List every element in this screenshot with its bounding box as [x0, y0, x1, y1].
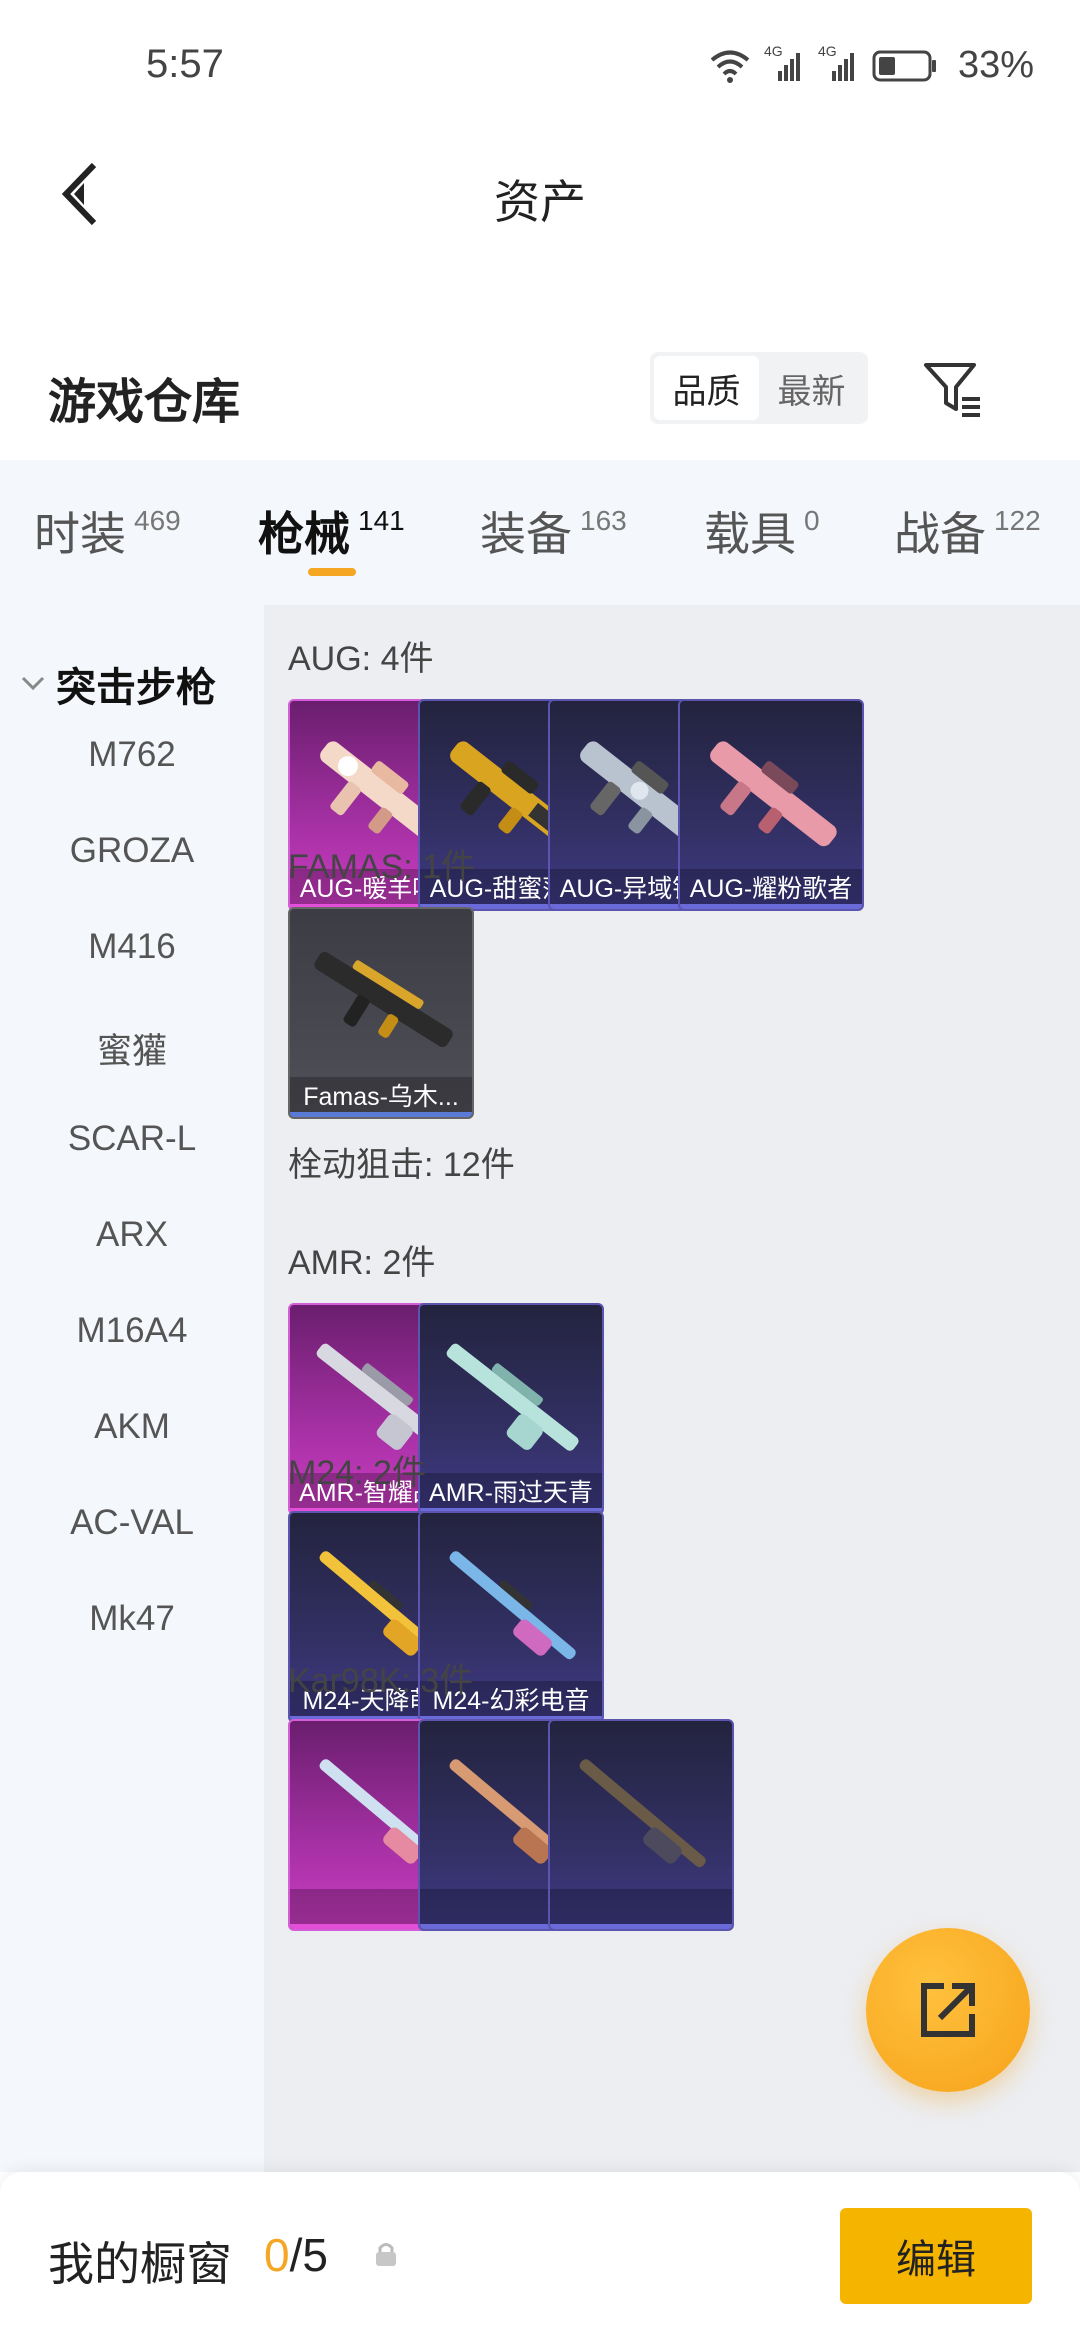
- group-title: M24: 2件: [288, 1454, 426, 1492]
- battery-icon: [872, 50, 936, 81]
- filter-icon: [924, 363, 980, 417]
- sidebar-item-m416[interactable]: M416: [0, 927, 264, 967]
- rifle-image: [446, 1343, 579, 1451]
- skin-name: [550, 1889, 732, 1929]
- skin-card[interactable]: AUG-耀粉歌者: [678, 699, 864, 911]
- edit-button[interactable]: 编辑: [840, 2208, 1032, 2304]
- status-time: 5:57: [146, 42, 224, 86]
- rifle-image: [579, 1759, 706, 1868]
- sidebar-item-scar-l[interactable]: SCAR-L: [0, 1119, 264, 1159]
- skin-card[interactable]: Famas-乌木...: [288, 907, 474, 1119]
- showcase-bar: 我的橱窗 0/5 编辑: [0, 2172, 1080, 2340]
- tab-vehicles[interactable]: 载具 0: [704, 498, 820, 564]
- chevron-down-icon: [21, 676, 45, 691]
- page-title: 资产: [494, 176, 586, 228]
- status-icons: 4G 4G 33%: [710, 43, 1034, 87]
- sidebar-item-arx[interactable]: ARX: [0, 1215, 264, 1255]
- status-bar: 5:57 4G 4G 33%: [0, 0, 1080, 130]
- skin-card[interactable]: AMR-雨过天青: [418, 1303, 604, 1515]
- wifi-icon: [710, 50, 750, 83]
- rifle-image: [710, 741, 837, 847]
- tab-fashion[interactable]: 时装 469: [34, 498, 181, 564]
- skin-name: AMR-雨过天青: [420, 1473, 602, 1513]
- group-title: AMR: 2件: [288, 1244, 436, 1282]
- sidebar-group-assault-rifles[interactable]: 突击步枪: [20, 655, 216, 713]
- tab-firearms[interactable]: 枪械 141: [258, 498, 405, 564]
- header: 资产: [0, 130, 1080, 260]
- group-title: FAMAS: 1件: [288, 848, 476, 886]
- showcase-label: 我的橱窗: [48, 2238, 232, 2290]
- sidebar-item-m16a4[interactable]: M16A4: [0, 1311, 264, 1351]
- category-tabs: 时装 469 枪械 141 装备 163 载具 0 战备 122: [0, 460, 1080, 605]
- tab-supplies[interactable]: 战备 122: [894, 498, 1041, 564]
- cell-signal-icon: 4G: [764, 43, 804, 83]
- share-icon: [921, 1983, 975, 2037]
- battery-percent: 33%: [957, 44, 1034, 86]
- cell-signal-icon: 4G: [818, 43, 858, 83]
- sidebar-item-mk47[interactable]: Mk47: [0, 1599, 264, 1639]
- group-title: 栓动狙击: 12件: [288, 1146, 515, 1184]
- sidebar-item-ac-val[interactable]: AC-VAL: [0, 1503, 264, 1543]
- skin-name: AUG-耀粉歌者: [680, 869, 862, 909]
- rifle-image: [314, 951, 453, 1048]
- sort-quality-option[interactable]: 品质: [654, 356, 759, 420]
- sidebar-item-honey-badger[interactable]: 蜜獾: [0, 1023, 264, 1074]
- active-tab-indicator: [308, 568, 356, 576]
- sort-toggle: 品质 最新: [650, 352, 868, 424]
- weapon-type-sidebar: 突击步枪 M762 GROZA M416 蜜獾 SCAR-L ARX M16A4…: [0, 605, 264, 2172]
- showcase-count: 0/5: [264, 2229, 328, 2281]
- group-title: Kar98K: 3件: [288, 1662, 474, 1700]
- sort-newest-option[interactable]: 最新: [759, 356, 864, 420]
- sidebar-item-m762[interactable]: M762: [0, 735, 264, 775]
- sidebar-item-akm[interactable]: AKM: [0, 1407, 264, 1447]
- lock-icon: [376, 2243, 396, 2266]
- skin-card[interactable]: [548, 1719, 734, 1931]
- group-title: AUG: 4件: [288, 640, 434, 678]
- filter-button[interactable]: [918, 354, 990, 424]
- sidebar-item-groza[interactable]: GROZA: [0, 831, 264, 871]
- section-title: 游戏仓库: [48, 376, 241, 429]
- share-button[interactable]: [866, 1928, 1030, 2092]
- tab-equipment[interactable]: 装备 163: [480, 498, 627, 564]
- skin-name: Famas-乌木...: [290, 1077, 472, 1117]
